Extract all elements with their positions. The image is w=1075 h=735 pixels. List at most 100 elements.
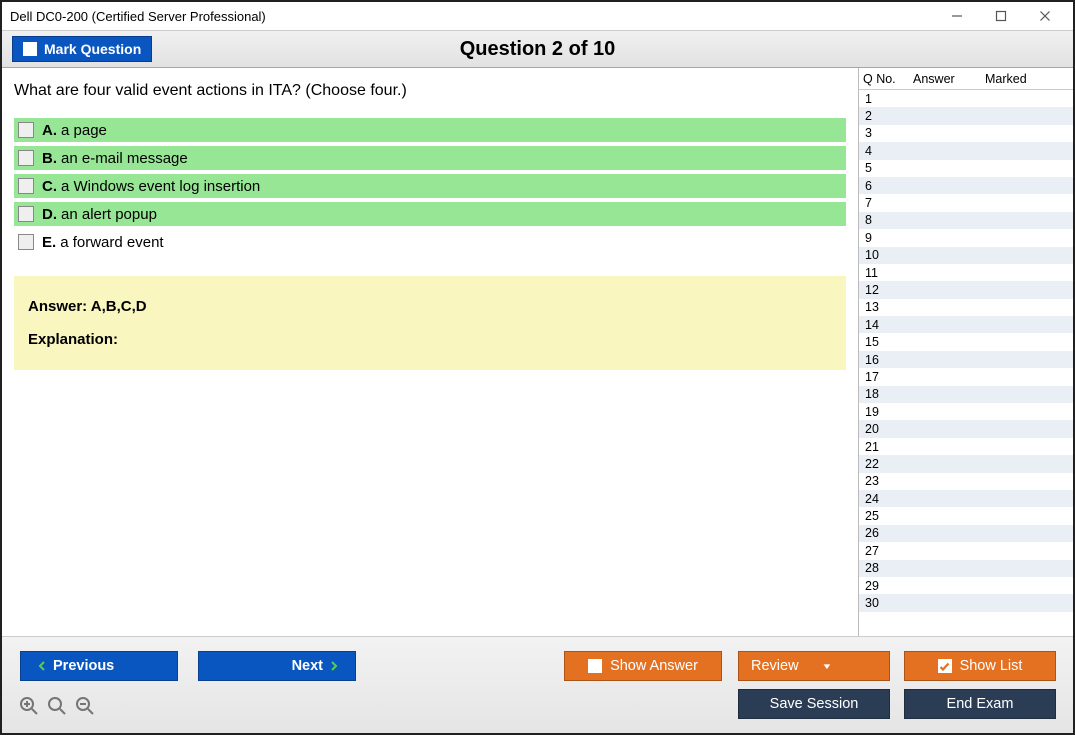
choice-text: an alert popup bbox=[61, 206, 157, 223]
footer-bar: Previous Next Show Answer Review ▼ Show … bbox=[2, 637, 1073, 733]
body: What are four valid event actions in ITA… bbox=[2, 68, 1073, 637]
question-number: 30 bbox=[865, 596, 915, 610]
question-number: 9 bbox=[865, 231, 915, 245]
question-number: 1 bbox=[865, 92, 915, 106]
question-number: 8 bbox=[865, 213, 915, 227]
choice-checkbox[interactable] bbox=[18, 206, 34, 222]
question-number: 14 bbox=[865, 318, 915, 332]
question-list-row[interactable]: 8 bbox=[859, 212, 1073, 229]
question-number: 24 bbox=[865, 492, 915, 506]
mark-question-label: Mark Question bbox=[44, 41, 141, 57]
choice-letter: A. bbox=[42, 122, 57, 139]
question-number: 27 bbox=[865, 544, 915, 558]
question-number: 10 bbox=[865, 248, 915, 262]
question-number: 3 bbox=[865, 126, 915, 140]
question-list-row[interactable]: 18 bbox=[859, 386, 1073, 403]
choice-e[interactable]: E. a forward event bbox=[14, 230, 846, 254]
next-button[interactable]: Next bbox=[198, 651, 356, 681]
question-list-row[interactable]: 14 bbox=[859, 316, 1073, 333]
question-list-row[interactable]: 28 bbox=[859, 560, 1073, 577]
question-list-rows[interactable]: 1234567891011121314151617181920212223242… bbox=[859, 90, 1073, 636]
question-list-row[interactable]: 9 bbox=[859, 229, 1073, 246]
choice-letter: D. bbox=[42, 206, 57, 223]
choice-text: a Windows event log insertion bbox=[61, 178, 260, 195]
question-list-header: Q No. Answer Marked bbox=[859, 68, 1073, 90]
question-number: 2 bbox=[865, 109, 915, 123]
choice-checkbox[interactable] bbox=[18, 150, 34, 166]
question-list-row[interactable]: 6 bbox=[859, 177, 1073, 194]
question-list-row[interactable]: 2 bbox=[859, 107, 1073, 124]
mark-question-checkbox[interactable] bbox=[23, 42, 37, 56]
question-list-row[interactable]: 25 bbox=[859, 507, 1073, 524]
choice-b[interactable]: B. an e-mail message bbox=[14, 146, 846, 170]
question-list-row[interactable]: 27 bbox=[859, 542, 1073, 559]
choice-checkbox[interactable] bbox=[18, 178, 34, 194]
choice-checkbox[interactable] bbox=[18, 122, 34, 138]
app-window: Dell DC0-200 (Certified Server Professio… bbox=[0, 0, 1075, 735]
question-number: 16 bbox=[865, 353, 915, 367]
question-list-row[interactable]: 12 bbox=[859, 281, 1073, 298]
question-list-row[interactable]: 13 bbox=[859, 299, 1073, 316]
question-list-row[interactable]: 23 bbox=[859, 473, 1073, 490]
close-button[interactable] bbox=[1023, 3, 1067, 29]
question-list-row[interactable]: 1 bbox=[859, 90, 1073, 107]
choice-checkbox[interactable] bbox=[18, 234, 34, 250]
show-list-button[interactable]: Show List bbox=[904, 651, 1056, 681]
show-answer-label: Show Answer bbox=[610, 658, 698, 674]
question-list-row[interactable]: 30 bbox=[859, 594, 1073, 611]
question-list-row[interactable]: 20 bbox=[859, 420, 1073, 437]
question-list-row[interactable]: 10 bbox=[859, 247, 1073, 264]
mark-question-button[interactable]: Mark Question bbox=[12, 36, 152, 62]
review-dropdown[interactable]: Review ▼ bbox=[738, 651, 890, 681]
question-list-row[interactable]: 21 bbox=[859, 438, 1073, 455]
choice-letter: B. bbox=[42, 150, 57, 167]
question-list-row[interactable]: 4 bbox=[859, 142, 1073, 159]
question-list-row[interactable]: 26 bbox=[859, 525, 1073, 542]
choice-letter: E. bbox=[42, 234, 56, 251]
question-number: 11 bbox=[865, 266, 915, 280]
question-text: What are four valid event actions in ITA… bbox=[14, 82, 846, 100]
choice-a[interactable]: A. a page bbox=[14, 118, 846, 142]
question-number: 21 bbox=[865, 440, 915, 454]
question-number: 26 bbox=[865, 526, 915, 540]
question-number: 20 bbox=[865, 422, 915, 436]
question-list-row[interactable]: 16 bbox=[859, 351, 1073, 368]
question-list-row[interactable]: 7 bbox=[859, 194, 1073, 211]
choice-text: a forward event bbox=[60, 234, 163, 251]
question-list-row[interactable]: 22 bbox=[859, 455, 1073, 472]
caret-down-icon: ▼ bbox=[821, 662, 832, 671]
header-answer: Answer bbox=[913, 72, 985, 86]
question-number: 28 bbox=[865, 561, 915, 575]
choice-d[interactable]: D. an alert popup bbox=[14, 202, 846, 226]
previous-button[interactable]: Previous bbox=[20, 651, 178, 681]
question-counter: Question 2 of 10 bbox=[2, 38, 1073, 61]
choice-c[interactable]: C. a Windows event log insertion bbox=[14, 174, 846, 198]
zoom-reset-icon[interactable] bbox=[46, 695, 68, 717]
window-title: Dell DC0-200 (Certified Server Professio… bbox=[10, 9, 935, 24]
show-answer-button[interactable]: Show Answer bbox=[564, 651, 722, 681]
minimize-button[interactable] bbox=[935, 3, 979, 29]
maximize-button[interactable] bbox=[979, 3, 1023, 29]
question-number: 5 bbox=[865, 161, 915, 175]
save-session-button[interactable]: Save Session bbox=[738, 689, 890, 719]
question-list-row[interactable]: 15 bbox=[859, 333, 1073, 350]
question-list-row[interactable]: 24 bbox=[859, 490, 1073, 507]
zoom-out-icon[interactable] bbox=[74, 695, 96, 717]
question-list-row[interactable]: 19 bbox=[859, 403, 1073, 420]
question-number: 29 bbox=[865, 579, 915, 593]
question-number: 17 bbox=[865, 370, 915, 384]
question-number: 4 bbox=[865, 144, 915, 158]
zoom-in-icon[interactable] bbox=[18, 695, 40, 717]
answer-line: Answer: A,B,C,D bbox=[28, 298, 832, 315]
question-list-row[interactable]: 17 bbox=[859, 368, 1073, 385]
show-list-checkbox[interactable] bbox=[938, 659, 952, 673]
question-number: 18 bbox=[865, 387, 915, 401]
question-list-row[interactable]: 5 bbox=[859, 160, 1073, 177]
show-answer-checkbox[interactable] bbox=[588, 659, 602, 673]
question-list-row[interactable]: 11 bbox=[859, 264, 1073, 281]
chevron-left-icon bbox=[37, 661, 47, 671]
header-bar: Mark Question Question 2 of 10 bbox=[2, 30, 1073, 68]
question-list-row[interactable]: 29 bbox=[859, 577, 1073, 594]
end-exam-button[interactable]: End Exam bbox=[904, 689, 1056, 719]
question-list-row[interactable]: 3 bbox=[859, 125, 1073, 142]
